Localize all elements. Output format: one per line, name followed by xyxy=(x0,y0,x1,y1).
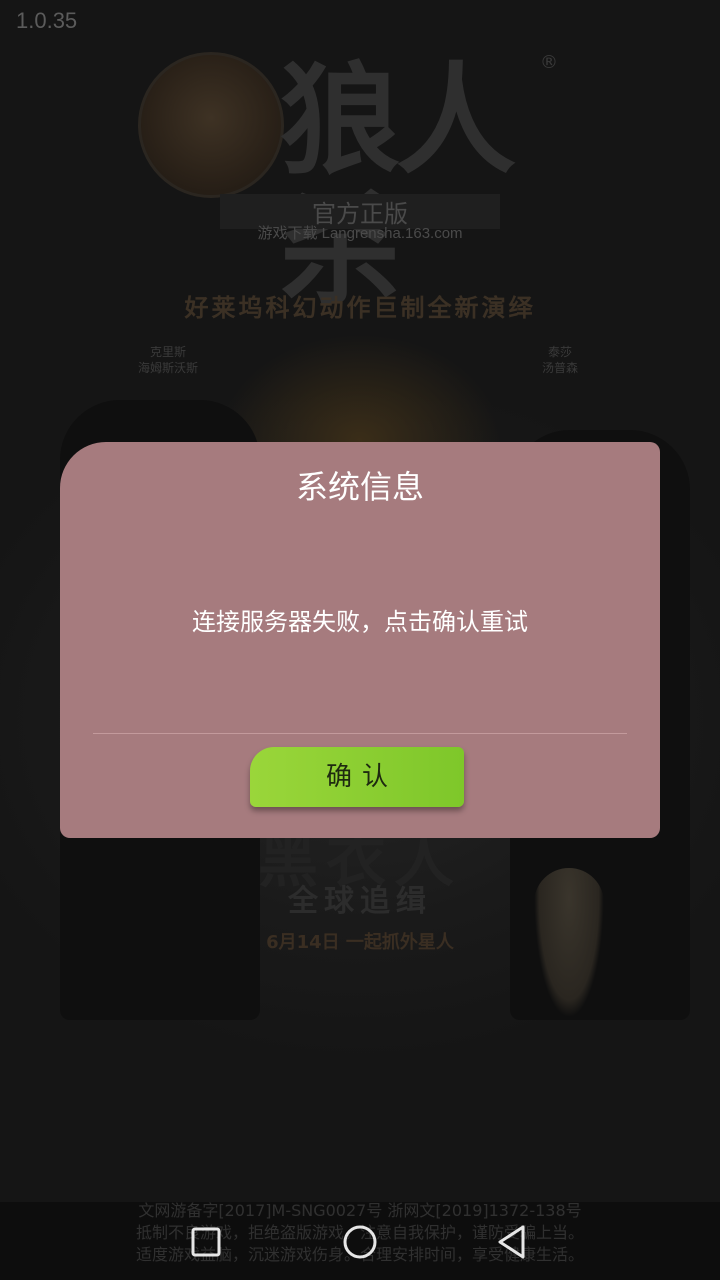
dialog-title: 系统信息 xyxy=(295,468,424,506)
circle-home-icon[interactable] xyxy=(338,1220,382,1264)
actor-left-line: 克里斯 xyxy=(149,345,186,359)
confirm-button[interactable]: 确认 xyxy=(250,747,464,807)
actor-right-line: 泰莎 xyxy=(547,345,572,359)
triangle-back-icon[interactable] xyxy=(490,1220,534,1264)
actor-left-credit: 克里斯 海姆斯沃斯 xyxy=(118,344,218,376)
navigation-bar xyxy=(0,1202,720,1280)
version-label: 1.0.35 xyxy=(16,8,78,33)
square-recent-apps-icon[interactable] xyxy=(184,1220,228,1264)
actor-right-credit: 泰莎 汤普森 xyxy=(510,344,610,376)
registered-mark: ® xyxy=(540,52,558,73)
movie-subtitle: 全球追缉 xyxy=(288,884,432,919)
release-date: 6月14日 一起抓外星人 xyxy=(266,932,454,953)
dialog-message: 连接服务器失败，点击确认重试 xyxy=(192,608,528,636)
game-logo: 狼人杀 ® 官方正版 游戏下载 Langrensha.163.com xyxy=(130,46,590,316)
promo-tagline: 好莱坞科幻动作巨制全新演绎 xyxy=(184,294,536,322)
screen: 1.0.35 狼人杀 ® 官方正版 游戏下载 Langrensha.163.co… xyxy=(0,0,720,1280)
logo-download-text: 游戏下载 Langrensha.163.com xyxy=(257,225,463,242)
actor-left-line: 海姆斯沃斯 xyxy=(137,361,198,375)
logo-title: 狼人杀 xyxy=(280,50,516,321)
actor-right-line: 汤普森 xyxy=(541,361,578,375)
system-info-dialog: 系统信息 连接服务器失败，点击确认重试 确认 xyxy=(60,442,660,838)
dialog-divider xyxy=(93,733,627,734)
logo-emblem-icon xyxy=(138,52,284,198)
